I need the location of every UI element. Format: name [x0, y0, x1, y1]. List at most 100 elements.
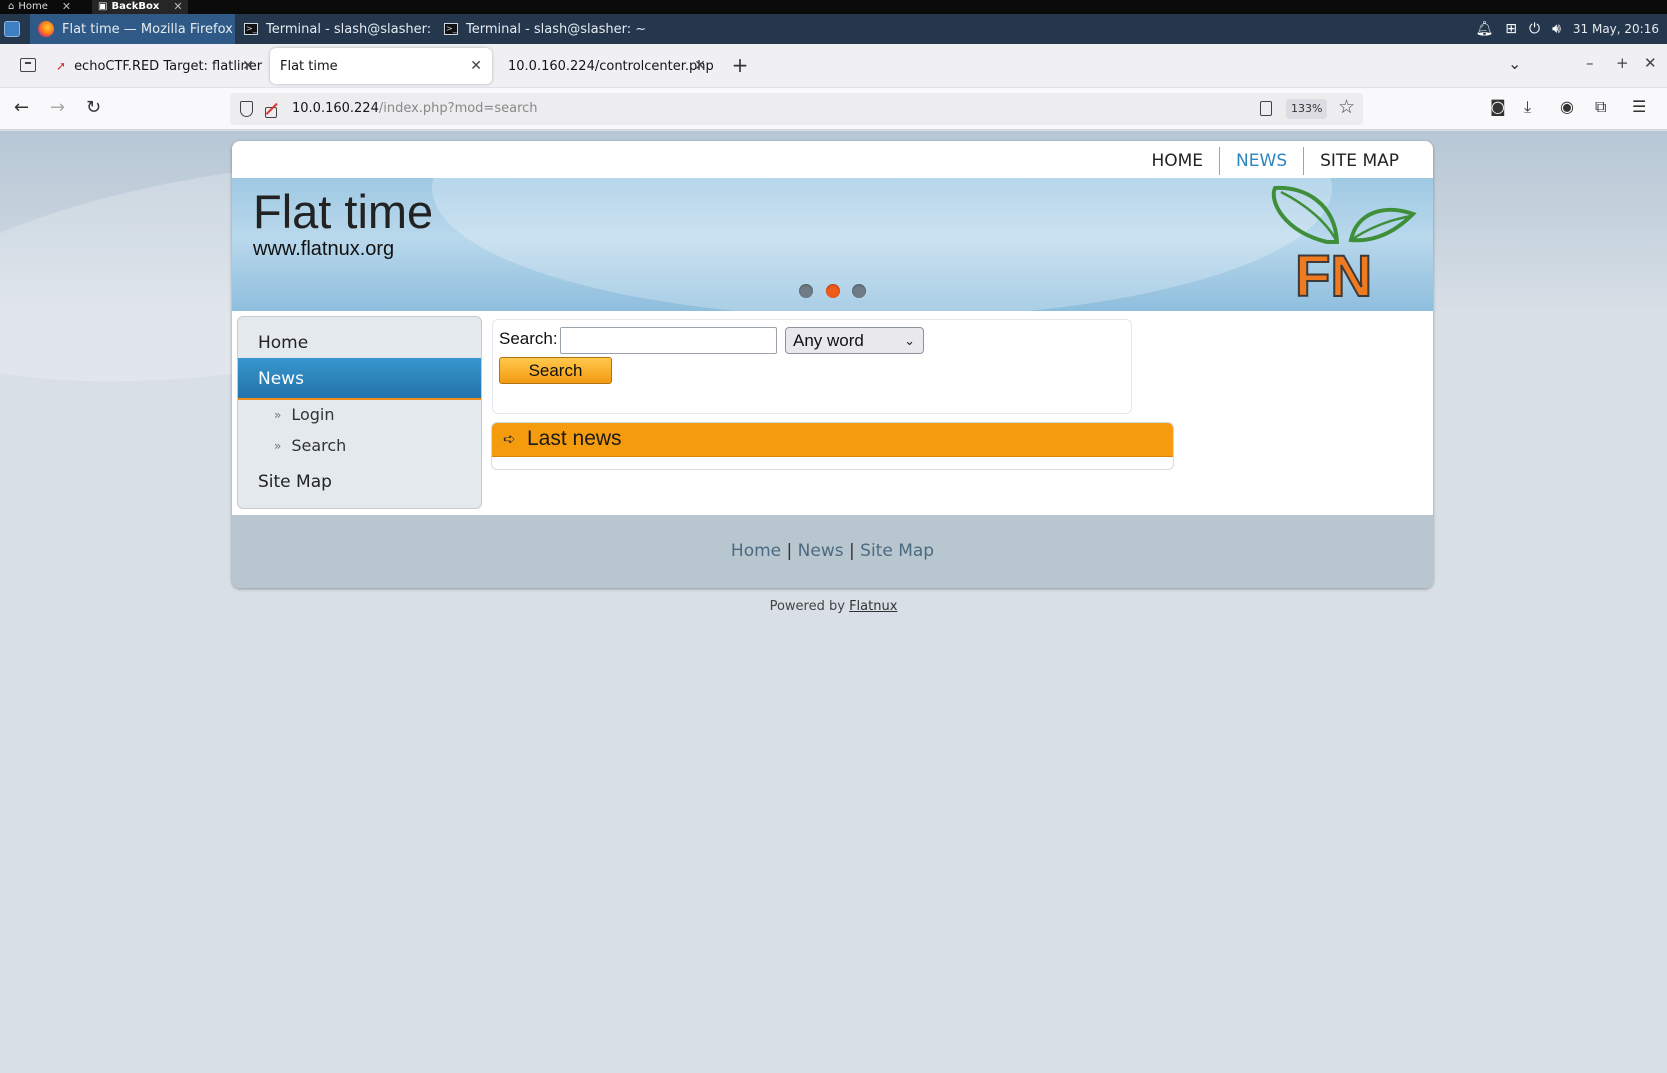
sidebar-subitem-search[interactable]: » Search [274, 436, 346, 455]
pocket-icon[interactable]: ◙ [1490, 97, 1506, 116]
insecure-lock-icon[interactable] [264, 101, 277, 118]
browser-tab-flat-time[interactable]: Flat time ✕ [270, 48, 492, 84]
url-text[interactable]: 10.0.160.224/index.php?mod=search [292, 101, 538, 116]
favicon-icon: ➚ [56, 59, 67, 73]
extensions-icon[interactable]: ⧉ [1595, 97, 1606, 117]
os-tab-label: Home [18, 1, 48, 12]
last-news-header: ➪ Last news [492, 423, 1173, 457]
sidebar-subitem-login[interactable]: » Login [274, 405, 335, 424]
close-icon[interactable]: ✕ [62, 0, 71, 14]
flatnux-link[interactable]: Flatnux [849, 599, 897, 614]
site-footer: Home | News | Site Map [232, 515, 1433, 588]
clock[interactable]: 31 May, 20:16 [1573, 22, 1659, 36]
web-page: HOME NEWS SITE MAP Flat time www.flatnux… [0, 131, 1667, 1073]
site-header: Flat time www.flatnux.org FN [232, 178, 1433, 311]
powered-by-text: Powered by [769, 599, 845, 614]
close-icon[interactable]: ✕ [173, 0, 182, 14]
sidebar-menu: Home News » Login » Search Site Map [237, 316, 482, 509]
firefox-view-icon[interactable] [20, 58, 36, 72]
search-form: Search: Any word ⌄ Search [492, 319, 1132, 414]
system-tray: 🔔︎ ⊞ ⏻ 🔊︎ 31 May, 20:16 [1475, 14, 1659, 44]
back-arrow-icon[interactable]: ← [14, 98, 29, 118]
sidebar-item-home[interactable]: Home [238, 329, 481, 357]
sidebar-subitem-label: Login [291, 405, 335, 424]
slider-dot-active[interactable] [826, 284, 840, 298]
download-icon[interactable]: ⤓ [1524, 97, 1531, 117]
terminal-icon: >_ [244, 23, 258, 35]
sidebar-item-sitemap[interactable]: Site Map [238, 469, 481, 495]
footer-separator: | [786, 541, 793, 561]
taskbar-item-label: Flat time — Mozilla Firefox [62, 21, 233, 37]
taskbar-item-label: Terminal - slash@slasher: ~/... [266, 21, 436, 37]
network-icon[interactable]: ⊞ [1505, 21, 1517, 37]
tracking-shield-icon[interactable] [240, 101, 253, 117]
topnav-sitemap[interactable]: SITE MAP [1303, 147, 1415, 175]
hamburger-menu-icon[interactable]: ☰ [1632, 97, 1646, 116]
volume-icon[interactable]: 🔊︎ [1552, 21, 1561, 37]
flatnux-logo: FN [1271, 185, 1417, 304]
minimize-window-icon[interactable]: – [1586, 54, 1594, 72]
search-mode-value: Any word [793, 331, 864, 350]
browser-tab-echoctf[interactable]: ➚ echoCTF.RED Target: flatliner ✕ [46, 48, 264, 84]
forward-arrow-icon[interactable]: → [50, 98, 65, 118]
last-news-panel: ➪ Last news [491, 422, 1174, 470]
os-tab-label: BackBox [111, 1, 160, 12]
taskbar: Flat time — Mozilla Firefox >_ Terminal … [0, 14, 1667, 44]
top-navigation: HOME NEWS SITE MAP [1135, 145, 1415, 177]
sidebar-item-news[interactable]: News [238, 358, 481, 400]
last-news-title: Last news [527, 427, 622, 450]
reader-view-icon[interactable] [1260, 101, 1272, 116]
site-title: Flat time [253, 185, 434, 238]
topnav-home[interactable]: HOME [1135, 147, 1219, 175]
url-bar[interactable]: 10.0.160.224/index.php?mod=search 133% ☆ [230, 93, 1363, 125]
os-tab-backbox[interactable]: ▣ BackBox ✕ [92, 0, 188, 14]
home-icon: ⌂ [8, 1, 15, 12]
browser-tab-controlcenter[interactable]: 10.0.160.224/controlcenter.php ✕ [498, 48, 716, 84]
close-tab-icon[interactable]: ✕ [470, 58, 482, 74]
list-all-tabs-icon[interactable]: ⌄ [1508, 54, 1521, 73]
firefox-icon [38, 21, 54, 37]
tab-label: Flat time [280, 58, 338, 74]
powered-by: Powered by Flatnux [0, 599, 1667, 614]
url-host: 10.0.160.224 [292, 101, 379, 116]
site-container: HOME NEWS SITE MAP Flat time www.flatnux… [232, 141, 1433, 588]
footer-link-news[interactable]: News [798, 541, 844, 561]
chevron-down-icon: ⌄ [904, 333, 915, 348]
url-path: /index.php?mod=search [378, 101, 538, 116]
taskbar-item-firefox[interactable]: Flat time — Mozilla Firefox [30, 14, 235, 44]
footer-link-home[interactable]: Home [731, 541, 781, 561]
browser-tab-strip: ➚ echoCTF.RED Target: flatliner ✕ Flat t… [0, 44, 1667, 88]
tab-label: 10.0.160.224/controlcenter.php [508, 58, 714, 74]
slider-dot[interactable] [852, 284, 866, 298]
terminal-icon: >_ [444, 23, 458, 35]
double-chevron-icon: » [274, 407, 282, 422]
terminal-icon: ▣ [98, 1, 108, 12]
taskbar-item-terminal-1[interactable]: >_ Terminal - slash@slasher: ~/... [236, 14, 436, 44]
maximize-window-icon[interactable]: + [1616, 54, 1629, 72]
sidebar-subitem-label: Search [291, 436, 347, 455]
search-input[interactable] [560, 327, 777, 354]
zoom-level-badge[interactable]: 133% [1286, 99, 1328, 119]
close-tab-icon[interactable]: ✕ [694, 58, 706, 74]
footer-separator: | [849, 541, 855, 561]
logo-lettering: FN [1295, 244, 1372, 304]
site-subtitle: www.flatnux.org [253, 238, 395, 260]
search-button[interactable]: Search [499, 357, 612, 384]
slider-dot[interactable] [799, 284, 813, 298]
footer-link-sitemap[interactable]: Site Map [860, 541, 934, 561]
close-window-icon[interactable]: ✕ [1644, 54, 1657, 72]
notification-bell-icon[interactable]: 🔔︎ [1475, 21, 1493, 37]
app-menu-icon[interactable] [4, 21, 20, 37]
new-tab-button[interactable]: + [728, 54, 752, 78]
topnav-news[interactable]: NEWS [1219, 147, 1303, 175]
taskbar-item-terminal-2[interactable]: >_ Terminal - slash@slasher: ~ [436, 14, 646, 44]
bookmark-star-icon[interactable]: ☆ [1338, 96, 1355, 118]
arrow-right-icon: ➪ [503, 430, 516, 448]
os-tab-home[interactable]: ⌂ Home ✕ [2, 0, 86, 14]
power-icon[interactable]: ⏻ [1529, 21, 1540, 37]
search-mode-select[interactable]: Any word ⌄ [785, 327, 924, 354]
reload-icon[interactable]: ↻ [86, 98, 101, 118]
account-icon[interactable]: ◉ [1560, 97, 1574, 116]
close-tab-icon[interactable]: ✕ [242, 58, 254, 74]
tab-label: echoCTF.RED Target: flatliner [74, 58, 263, 74]
